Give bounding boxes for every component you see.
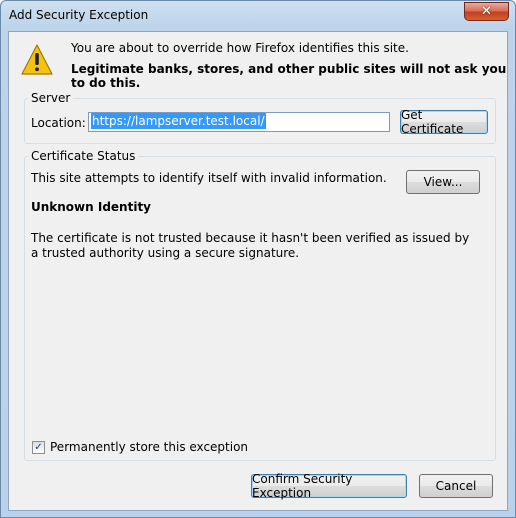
warning-message: You are about to override how Firefox id… [71, 41, 409, 55]
get-certificate-button[interactable]: Get Certificate [400, 108, 488, 136]
server-group: Server Location: https://lampserver.test… [24, 91, 496, 144]
title-bar[interactable]: Add Security Exception ✕ [1, 1, 515, 31]
permanent-store-label[interactable]: Permanently store this exception [50, 440, 248, 454]
location-label: Location: [31, 116, 86, 130]
checkmark-icon: ✓ [34, 441, 43, 453]
dialog-window: Add Security Exception ✕ You are about t… [0, 0, 516, 518]
confirm-button-label: Confirm Security Exception [252, 472, 353, 500]
warning-emphasis: Legitimate banks, stores, and other publ… [71, 62, 507, 90]
window-title: Add Security Exception [9, 8, 149, 22]
permanent-store-checkbox[interactable]: ✓ [32, 441, 45, 454]
status-description: The certificate is not trusted because i… [31, 231, 470, 260]
close-icon: ✕ [481, 4, 492, 19]
certificate-status-group: Certificate Status This site attempts to… [24, 149, 496, 461]
certificate-status-title: Certificate Status [28, 149, 139, 163]
get-certificate-label: Get Certificate [401, 108, 464, 136]
cancel-button-label: Cancel [435, 479, 477, 493]
location-input[interactable]: https://lampserver.test.local/ [88, 112, 390, 132]
confirm-exception-button[interactable]: Confirm Security Exception [251, 472, 407, 500]
view-button[interactable]: View... [406, 170, 480, 194]
status-message: This site attempts to identify itself wi… [31, 171, 387, 185]
cancel-button[interactable]: Cancel [419, 474, 493, 498]
status-heading: Unknown Identity [31, 200, 152, 214]
warning-icon [21, 44, 53, 75]
dialog-content: You are about to override how Firefox id… [8, 31, 508, 511]
server-group-title: Server [28, 91, 74, 105]
close-button[interactable]: ✕ [464, 2, 509, 21]
location-input-value: https://lampserver.test.local/ [91, 113, 266, 129]
view-button-label: View... [423, 175, 463, 189]
